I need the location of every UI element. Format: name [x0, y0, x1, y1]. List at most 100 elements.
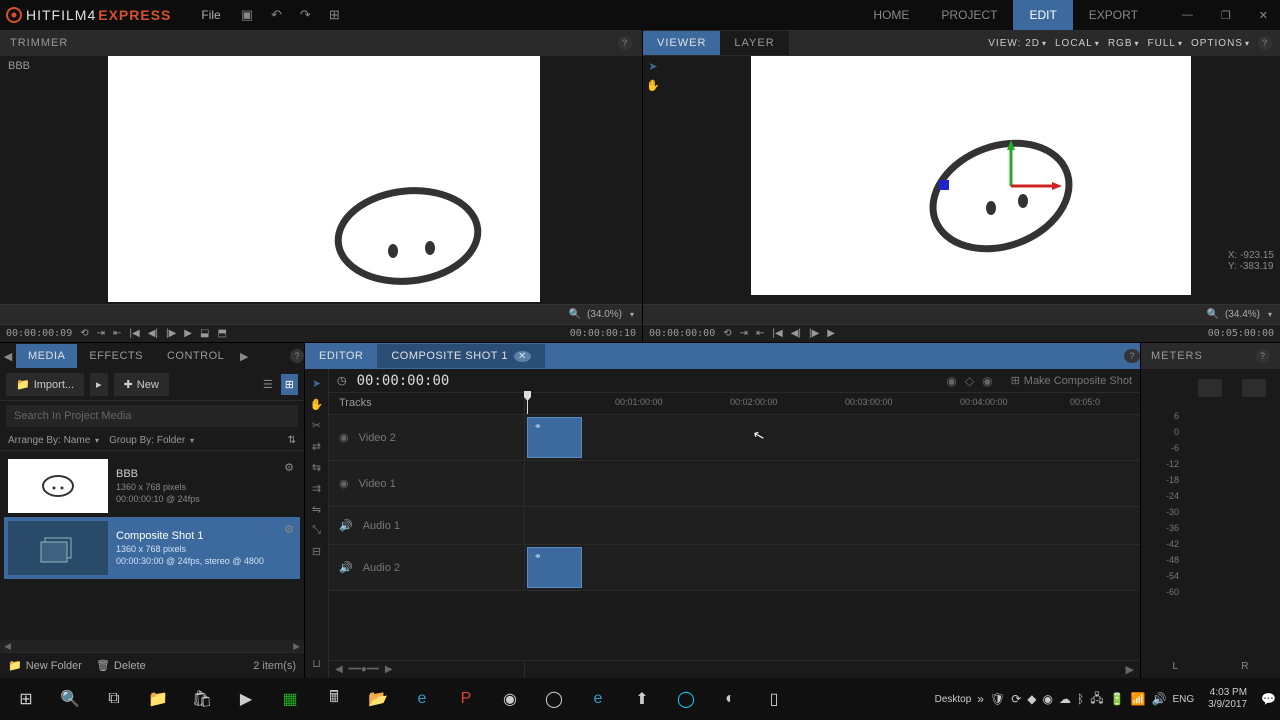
delete-button[interactable]: 🗑 Delete: [96, 659, 146, 672]
minimize-icon[interactable]: —: [1174, 5, 1201, 26]
trimmer-play-icon[interactable]: ▶: [184, 328, 192, 339]
close-tab-icon[interactable]: ✕: [514, 351, 531, 362]
maximize-icon[interactable]: ❐: [1213, 5, 1239, 26]
track-name[interactable]: Audio 1: [363, 520, 400, 532]
view-mode-dropdown[interactable]: VIEW: 2D▾: [988, 38, 1047, 49]
trimmer-tc-left[interactable]: 00:00:00:09: [6, 328, 72, 339]
viewer-play-icon[interactable]: ▶: [827, 328, 835, 339]
tl-select-tool-icon[interactable]: ➤: [312, 377, 321, 390]
media-item-bbb[interactable]: BBB 1360 x 768 pixels 00:00:00:10 @ 24fp…: [4, 455, 300, 517]
close-icon[interactable]: ✕: [1251, 5, 1276, 26]
media-tabs-right-icon[interactable]: ▶: [236, 350, 252, 363]
tl-timecode[interactable]: 00:00:00:00: [357, 373, 450, 389]
trimmer-stepfwd-icon[interactable]: |▶: [166, 328, 176, 339]
effects-tab[interactable]: EFFECTS: [77, 344, 155, 368]
trimmer-overlay-icon[interactable]: ⬒: [217, 328, 226, 339]
save-icon[interactable]: ▣: [241, 7, 253, 23]
editor-tab[interactable]: EDITOR: [305, 344, 377, 368]
video-app-icon[interactable]: ▶: [224, 681, 268, 717]
folder-icon[interactable]: 📂: [356, 681, 400, 717]
media-item-gear-icon[interactable]: ⚙: [282, 459, 296, 476]
viewer-in-icon[interactable]: ⇥: [740, 328, 748, 339]
tray-notif-icon[interactable]: 💬: [1261, 692, 1276, 706]
track-lane[interactable]: ⚭: [525, 545, 1140, 590]
media-help-icon[interactable]: ?: [290, 349, 304, 363]
trimmer-out-icon[interactable]: ⇤: [113, 328, 121, 339]
tl-zoom-in-icon[interactable]: ▶: [385, 664, 393, 675]
track-lane[interactable]: ⚭: [525, 415, 1140, 460]
layer-tab[interactable]: LAYER: [720, 31, 788, 55]
tray-chevron-icon[interactable]: »: [977, 692, 984, 706]
make-comp-button[interactable]: ⊞ Make Composite Shot: [1011, 374, 1132, 387]
viewer-tc-right[interactable]: 00:05:00:00: [1208, 328, 1274, 339]
viewer-prev-icon[interactable]: |◀: [772, 328, 782, 339]
tl-hand-tool-icon[interactable]: ✋: [310, 398, 324, 411]
cortana-icon[interactable]: ◯: [664, 681, 708, 717]
viewer-tab[interactable]: VIEWER: [643, 31, 720, 55]
tl-ripple-tool-icon[interactable]: ⇉: [312, 482, 321, 495]
viewer-loop-icon[interactable]: ⟲: [723, 328, 731, 339]
viewer-zoom-search-icon[interactable]: 🔍: [1207, 309, 1219, 320]
quality-dropdown[interactable]: FULL▾: [1148, 38, 1183, 49]
tl-snap-tool-icon[interactable]: ⊟: [312, 545, 321, 558]
tl-slide-tool-icon[interactable]: ⇆: [312, 461, 321, 474]
trimmer-zoom-search-icon[interactable]: 🔍: [569, 309, 581, 320]
start-button[interactable]: ⊞: [4, 681, 48, 717]
tray-app2-icon[interactable]: ◉: [1043, 692, 1053, 706]
track-name[interactable]: Video 2: [359, 432, 396, 444]
trimmer-canvas[interactable]: [108, 56, 540, 302]
explorer-icon[interactable]: 📁: [136, 681, 180, 717]
add-key-icon[interactable]: ◇: [965, 374, 974, 388]
tab-home[interactable]: HOME: [857, 0, 925, 30]
tray-app1-icon[interactable]: ◆: [1027, 692, 1036, 706]
track-lane[interactable]: [525, 507, 1140, 544]
track-mute-icon[interactable]: 🔊: [339, 519, 353, 532]
media-item-gear-icon[interactable]: ⚙: [282, 521, 296, 538]
undo-icon[interactable]: ↶: [271, 7, 282, 23]
tl-slice-tool-icon[interactable]: ✂: [312, 419, 321, 432]
tray-cloud-icon[interactable]: ☁: [1059, 692, 1071, 706]
import-button[interactable]: 📁 Import...: [6, 373, 84, 396]
grid-icon[interactable]: ⊞: [329, 7, 340, 23]
list-view-icon[interactable]: ☰: [259, 374, 277, 395]
media-search-input[interactable]: Search In Project Media: [6, 405, 298, 427]
viewer-help-icon[interactable]: ?: [1258, 36, 1272, 50]
track-mute-icon[interactable]: 🔊: [339, 561, 353, 574]
tl-rate-tool-icon[interactable]: ⤡: [312, 524, 321, 537]
comp-tab[interactable]: COMPOSITE SHOT 1✕: [377, 344, 544, 368]
media-tab[interactable]: MEDIA: [16, 344, 77, 368]
tl-zoom-out-icon[interactable]: ◀: [335, 664, 343, 675]
tray-battery-icon[interactable]: 🔋: [1110, 692, 1125, 706]
media-item-comp1[interactable]: Composite Shot 1 1360 x 768 pixels 00:00…: [4, 517, 300, 579]
hand-tool-icon[interactable]: ✋: [646, 79, 660, 92]
control-tab[interactable]: CONTROL: [155, 344, 236, 368]
chrome-icon[interactable]: ◯: [532, 681, 576, 717]
trimmer-help-icon[interactable]: ?: [618, 36, 632, 50]
viewer-out-icon[interactable]: ⇤: [756, 328, 764, 339]
tray-clock[interactable]: 4:03 PM 3/9/2017: [1200, 687, 1255, 711]
select-tool-icon[interactable]: ➤: [648, 60, 657, 73]
track-name[interactable]: Audio 2: [363, 562, 400, 574]
trimmer-tc-right[interactable]: 00:00:00:10: [570, 328, 636, 339]
space-dropdown[interactable]: LOCAL▾: [1055, 38, 1100, 49]
track-visibility-icon[interactable]: ◉: [339, 477, 349, 490]
tray-shield-icon[interactable]: 🛡: [990, 692, 1005, 706]
tray-lang[interactable]: ENG: [1172, 694, 1194, 705]
tab-edit[interactable]: EDIT: [1013, 0, 1072, 30]
excel-icon[interactable]: ▦: [268, 681, 312, 717]
prev-key-icon[interactable]: ◉: [946, 374, 956, 388]
tl-slip-tool-icon[interactable]: ⇄: [312, 440, 321, 453]
tl-zoom-slider[interactable]: ━━●━━: [349, 664, 379, 675]
trimmer-zoom-chevron-icon[interactable]: ▾: [630, 310, 634, 319]
trimmer-loop-icon[interactable]: ⟲: [80, 328, 88, 339]
store-icon[interactable]: 🛍: [180, 681, 224, 717]
next-key-icon[interactable]: ◉: [982, 374, 992, 388]
meters-help-icon[interactable]: ?: [1256, 349, 1270, 363]
track-lane[interactable]: [525, 461, 1140, 506]
trimmer-prev-icon[interactable]: |◀: [129, 328, 139, 339]
tray-net-icon[interactable]: 🖧: [1090, 689, 1103, 710]
viewer-zoom-value[interactable]: (34.4%): [1225, 309, 1260, 320]
ppt-icon[interactable]: P: [444, 681, 488, 717]
trimmer-zoom-value[interactable]: (34.0%): [587, 309, 622, 320]
redo-icon[interactable]: ↷: [300, 7, 311, 23]
